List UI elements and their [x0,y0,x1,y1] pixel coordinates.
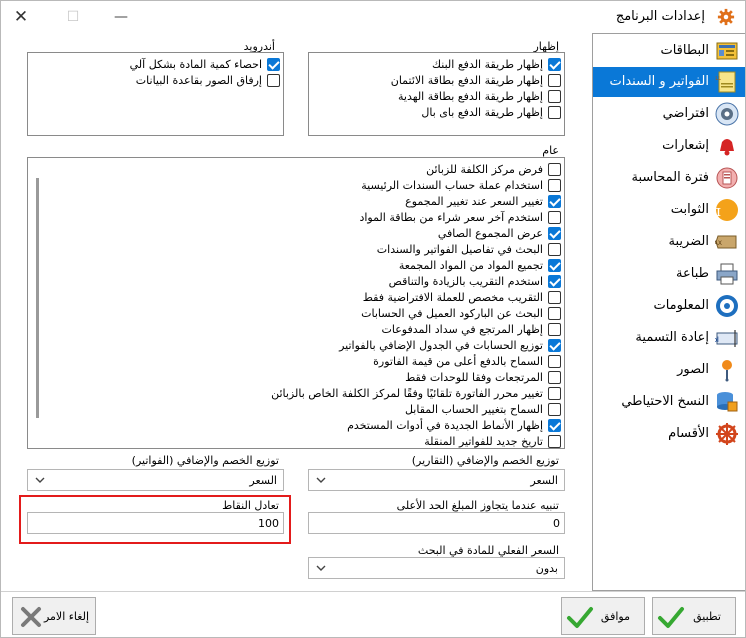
checkbox-box[interactable] [267,74,280,87]
points-equivalent-input[interactable]: 100 [27,512,284,534]
max-amount-input[interactable]: 0 [308,512,565,534]
max-amount-label: تنبيه عندما يتجاوز المبلغ الحد الأعلى [396,499,559,512]
general-option[interactable]: البحث عن الباركود العميل في الحسابات [41,306,561,322]
window-title: إعدادات البرنامج [615,9,705,24]
settings-nav: البطاقات BILL الفواتير و السندات افتراضي… [592,33,745,591]
nav-item-default[interactable]: افتراضي [593,99,745,129]
printer-icon [716,263,738,285]
general-option[interactable]: تغيير السعر عند تغيير المجموع [41,194,561,210]
checkbox-box[interactable] [548,74,561,87]
general-option[interactable]: التقريب مخصص للعملة الافتراضية فقط [41,290,561,306]
general-option[interactable]: عرض المجموع الصافي [41,226,561,242]
checkbox-box[interactable] [548,106,561,119]
checkbox-box[interactable] [548,58,561,71]
general-option[interactable]: تاريخ جديد للفواتير المنقلة [41,434,561,450]
general-option[interactable]: السماح بالدفع أعلى من قيمة الفاتورة [41,354,561,370]
cards-icon [716,42,738,60]
nav-item-backup[interactable]: النسخ الاحتياطي [593,387,745,417]
general-option[interactable]: البحث في تفاصيل الفواتير والسندات [41,242,561,258]
nav-item-rename[interactable]: abl إعادة التسمية [593,323,745,353]
general-option[interactable]: إظهار المرتجع في سداد المدفوعات [41,322,561,338]
maximize-icon[interactable]: ☐ [63,7,83,27]
general-option[interactable]: تغيير محرر الفاتورة تلقائيًا وفقًا لمركز… [41,386,561,402]
general-group-box: فرض مركز الكلفة للزبائن استخدام عملة حسا… [27,157,565,449]
nav-item-cards[interactable]: البطاقات [593,36,745,66]
nav-item-constants[interactable]: π الثوابت [593,195,745,225]
general-group-label: عام [542,144,559,157]
svg-text:BILL: BILL [715,76,721,82]
actual-price-label: السعر الفعلي للمادة في البحث [417,544,559,557]
svg-text:abl: abl [715,336,719,344]
android-group-box: احصاء كمية المادة بشكل آلي إرفاق الصور ب… [27,52,284,136]
sections-icon [716,423,738,445]
general-option[interactable]: استخدام عملة حساب السندات الرئيسية [41,178,561,194]
nav-item-images[interactable]: الصور [593,355,745,385]
nav-item-tax[interactable]: TAX الضريبة [593,227,745,257]
nav-item-notifications[interactable]: إشعارات [593,131,745,161]
nav-item-print[interactable]: طباعة [593,259,745,289]
accounting-period-icon [716,167,738,189]
pi-icon: π [715,199,738,221]
checkbox-show-paypal[interactable]: إظهار طريقة الدفع باى بال [321,105,561,121]
general-option[interactable]: تجميع المواد من المواد المجمعة [41,258,561,274]
chevron-down-icon [35,477,45,483]
minimize-icon[interactable]: — [111,7,131,27]
actual-price-select[interactable]: بدون [308,557,565,579]
footer-divider [1,591,745,592]
check-icon [567,607,593,628]
nav-item-sections[interactable]: الأقسام [593,419,745,449]
nav-item-accounting-period[interactable]: فترة المحاسبة [593,163,745,193]
title-bar: ✕ ☐ — إعدادات البرنامج [1,1,745,33]
check-icon [658,607,684,628]
display-group-box: إظهار طريقة الدفع البنك إظهار طريقة الدف… [308,52,565,136]
checkbox-show-gift-card[interactable]: إظهار طريقة الدفع بطاقة الهدية [321,89,561,105]
discount-invoices-select[interactable]: السعر [27,469,284,491]
bell-icon [720,139,734,156]
apply-button[interactable]: تطبيق [652,597,736,635]
checkbox-show-credit-card[interactable]: إظهار طريقة الدفع بطاقة الائتمان [321,73,561,89]
default-gear-icon [715,102,739,126]
settings-window: ✕ ☐ — إعدادات البرنامج البطاقات BILL الف… [0,0,746,638]
nav-item-invoices[interactable]: BILL الفواتير و السندات [593,67,745,97]
tax-icon: TAX [715,235,737,249]
general-scrollbar[interactable] [36,178,39,418]
svg-text:π: π [715,202,721,220]
discount-reports-label: توزيع الخصم والإضافي (التقارير) [411,454,559,467]
close-icon[interactable]: ✕ [11,7,31,27]
general-option[interactable]: فرض مركز الكلفة للزبائن [41,162,561,178]
general-option[interactable]: إظهار الأنماط الجديدة في أدوات المستخدم [41,418,561,434]
general-option[interactable]: استخدم التقريب بالزيادة والتناقص [41,274,561,290]
general-option[interactable]: توزيع الحسابات في الجدول الإضافي بالفوات… [41,338,561,354]
backup-icon [717,392,738,412]
info-icon [716,295,738,317]
images-icon [722,360,732,382]
nav-item-info[interactable]: المعلومات [593,291,745,321]
checkbox-box[interactable] [548,90,561,103]
gear-icon [717,8,735,26]
chevron-down-icon [316,565,326,571]
checkbox-show-bank[interactable]: إظهار طريقة الدفع البنك [321,57,561,73]
general-option[interactable]: السماح بتغيير الحساب المقابل [41,402,561,418]
cancel-button[interactable]: إلغاء الامر [12,597,96,635]
discount-reports-select[interactable]: السعر [308,469,565,491]
checkbox-attach-images[interactable]: إرفاق الصور بقاعدة البيانات [40,73,280,89]
general-option[interactable]: استخدم آخر سعر شراء من بطاقة المواد [41,210,561,226]
rename-icon: abl [715,330,738,347]
ok-button[interactable]: موافق [561,597,645,635]
checkbox-auto-quantity[interactable]: احصاء كمية المادة بشكل آلي [40,57,280,73]
chevron-down-icon [316,477,326,483]
invoice-icon: BILL [715,71,736,93]
checkbox-box[interactable] [267,58,280,71]
svg-text:TAX: TAX [715,240,722,247]
points-equivalent-label: تعادل النقاط [222,499,279,512]
general-option[interactable]: المرتجعات وفقا للوحدات فقط [41,370,561,386]
discount-invoices-label: توزيع الخصم والإضافي (الفواتير) [131,454,279,467]
close-icon [21,607,41,627]
